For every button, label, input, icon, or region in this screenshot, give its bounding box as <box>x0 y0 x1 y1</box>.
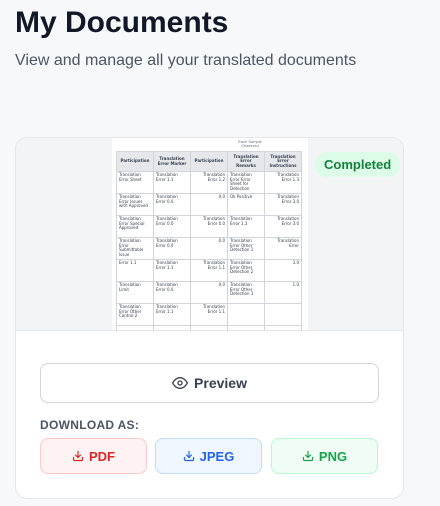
table-row: Translation Error Special Approved Transl… <box>116 215 302 238</box>
page-subtitle: View and manage all your translated docu… <box>15 52 357 69</box>
table-cell: Translation Error 1.1 <box>190 259 228 282</box>
preview-button[interactable]: Preview <box>40 363 379 403</box>
table-header-cell: Participation <box>116 151 154 172</box>
table-cell <box>227 325 265 330</box>
table-cell <box>116 325 154 330</box>
table-header-cell: Translation Error Remarks <box>227 151 265 172</box>
table-cell: Translation Error 0.0 <box>153 215 191 238</box>
document-thumbnail[interactable]: Each Sample Observed Participation Trans… <box>16 138 403 331</box>
table-cell <box>264 325 302 330</box>
table-cell: Translation Error 3.0 <box>264 193 302 216</box>
table-cell: Translation Limit <box>116 281 154 304</box>
table-cell: Translation Error 1.1 <box>190 303 228 326</box>
eye-icon <box>172 375 189 391</box>
table-cell: 1.0 <box>264 281 302 304</box>
table-cell: Error 1.1 <box>116 259 154 282</box>
table-cell: 0.0 <box>190 281 228 304</box>
table-cell: Ok Positive <box>227 193 265 216</box>
table-cell: Translation Error Sheet <box>116 171 154 194</box>
table-cell: Translation Error Other Control 2 <box>116 303 154 326</box>
table-cell <box>153 325 191 330</box>
table-cell: Translation Error 1.1 <box>153 259 191 282</box>
download-icon <box>72 450 84 462</box>
document-card: Each Sample Observed Participation Trans… <box>15 137 404 499</box>
table-cell <box>227 303 265 326</box>
download-pdf-label: PDF <box>89 448 115 464</box>
table-cell: 0.0 <box>190 193 228 216</box>
table-cell: Translation Error Submittable Issue <box>116 237 154 260</box>
table-cell: Translation Error 1.3 <box>227 215 265 238</box>
table-cell: Translation Error 1.1 <box>153 171 191 194</box>
table-header-cell: Translation Error Marker <box>153 151 191 172</box>
table-cell <box>190 325 228 330</box>
download-png-label: PNG <box>318 448 348 464</box>
table-cell: Translation Error <box>264 237 302 260</box>
table-cell: Translation Error 0.0 <box>153 193 191 216</box>
table-header-cell: Participation <box>190 151 228 172</box>
preview-label: Preview <box>194 375 247 391</box>
table-row: Translation Limit Translation Error 0.0 0.… <box>116 281 302 304</box>
table-row: Error 1.1 Translation Error 1.1 Translatio… <box>116 259 302 282</box>
table-header-row: Participation Translation Error Marker P… <box>116 151 302 172</box>
download-png-button[interactable]: PNG <box>271 438 378 474</box>
page-title: My Documents <box>15 6 229 39</box>
table-row: Translation Error Submittable Issue Trans… <box>116 237 302 260</box>
table-cell: Translation Error 3.0 <box>264 215 302 238</box>
table-cell: 3.0 <box>264 259 302 282</box>
table-cell: Translation Error Other Detection 1 <box>227 237 265 260</box>
document-page-preview: Each Sample Observed Participation Trans… <box>112 138 308 330</box>
table-cell: Translation Error Error Sheet for Detect… <box>227 171 265 194</box>
download-heading: DOWNLOAD AS: <box>40 418 140 432</box>
table-cell: 0.0 <box>190 237 228 260</box>
download-icon <box>302 450 314 462</box>
table-cell: Translation Error 0.0 <box>153 281 191 304</box>
table-cell: Translation Error 1.3 <box>264 171 302 194</box>
table-cell: Translation Error Special Approved <box>116 215 154 238</box>
table-cell: Translation Error 1.2 <box>190 171 228 194</box>
table-cell: Translation Error Other Detection 3 <box>227 281 265 304</box>
table-cell: Translation Error Other Detection 2 <box>227 259 265 282</box>
table-cell: Translation Error 1.1 <box>153 303 191 326</box>
table-row: Translation Error Other Control 2 Transla… <box>116 303 302 326</box>
table-header-cell: Translation Error Instructions <box>264 151 302 172</box>
document-heading: Each Sample Observed <box>238 139 262 148</box>
table-row: Translation Error Sheet Translation Error… <box>116 171 302 194</box>
document-table: Participation Translation Error Marker P… <box>116 151 302 330</box>
download-jpeg-label: JPEG <box>199 448 235 464</box>
status-badge: Completed <box>315 152 401 177</box>
table-cell: Translation Error Issues with Approved <box>116 193 154 216</box>
download-icon <box>183 450 195 462</box>
download-jpeg-button[interactable]: JPEG <box>155 438 262 474</box>
table-row <box>116 325 302 330</box>
table-cell <box>264 303 302 326</box>
table-cell: Translation Error 0.0 <box>190 215 228 238</box>
table-cell: Translation Error 0.0 <box>153 237 191 260</box>
table-row: Translation Error Issues with Approved Tr… <box>116 193 302 216</box>
download-pdf-button[interactable]: PDF <box>40 438 147 474</box>
